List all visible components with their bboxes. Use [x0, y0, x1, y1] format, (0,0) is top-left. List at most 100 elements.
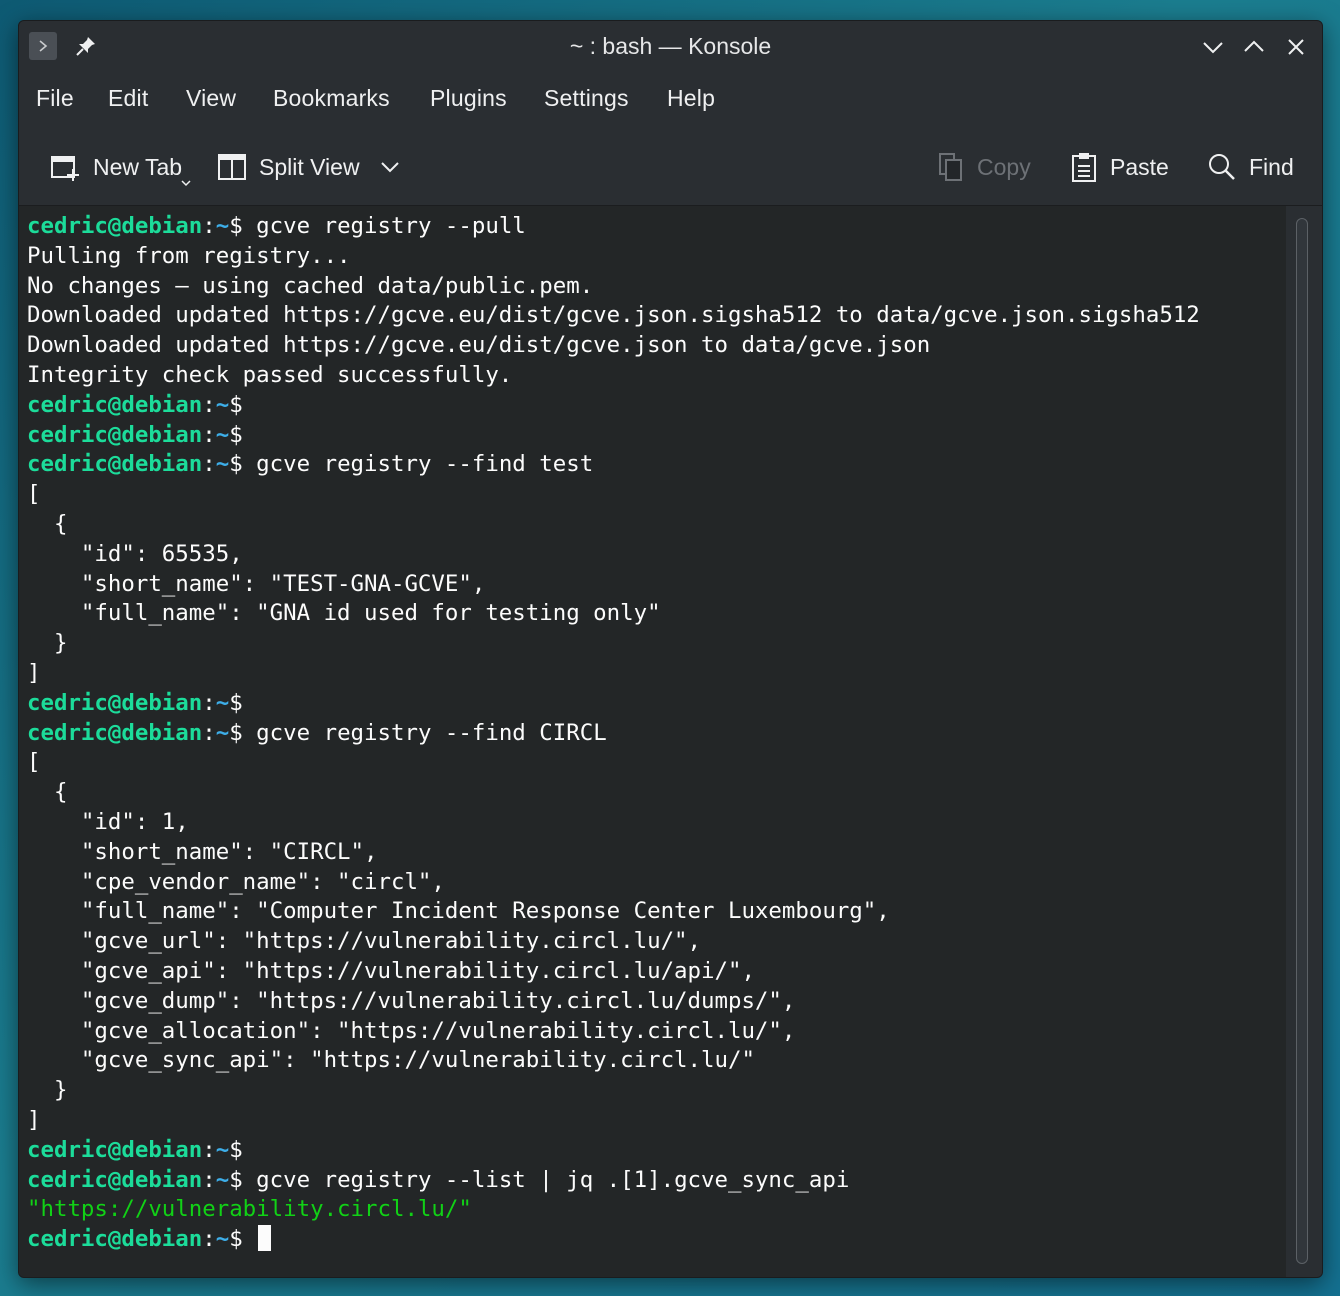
- new-tab-button[interactable]: New Tab: [49, 147, 191, 187]
- output-line: "gcve_url": "https://vulnerability.circl…: [27, 928, 702, 955]
- copy-label: Copy: [977, 153, 1031, 180]
- prompt-colon: :: [202, 1136, 216, 1163]
- menu-view[interactable]: View: [186, 85, 236, 112]
- prompt-dir: ~: [215, 1136, 230, 1163]
- command-text: [243, 1226, 256, 1252]
- prompt-colon: :: [202, 719, 216, 746]
- text-cursor: [258, 1225, 272, 1252]
- prompt-dir: ~: [215, 421, 230, 448]
- prompt-user: cedric@debian: [27, 421, 203, 448]
- output-line: "https://vulnerability.circl.lu/": [27, 1196, 472, 1223]
- split-view-button[interactable]: Split View: [217, 147, 412, 187]
- command-text: gcve registry --list | jq .[1].gcve_sync…: [242, 1166, 850, 1193]
- command-text: gcve registry --pull: [242, 213, 526, 239]
- prompt-dir: ~: [215, 213, 230, 239]
- dropdown-arrow-icon[interactable]: [181, 179, 191, 187]
- new-tab-label: New Tab: [93, 153, 183, 180]
- maximize-button[interactable]: [1240, 33, 1268, 61]
- prompt-colon: :: [202, 1226, 216, 1253]
- prompt-colon: :: [202, 451, 216, 478]
- close-icon: [1288, 39, 1304, 55]
- prompt-dir: ~: [215, 1226, 230, 1253]
- prompt-line: cedric@debian:~$: [27, 1225, 1286, 1255]
- prompt-line: cedric@debian:~$ gcve registry --find CI…: [27, 719, 1286, 749]
- prompt-symbol: $: [229, 689, 243, 716]
- prompt-line: cedric@debian:~$ gcve registry --pull: [27, 212, 1286, 242]
- output-line: Integrity check passed successfully.: [27, 361, 513, 388]
- prompt-colon: :: [202, 421, 216, 448]
- menu-edit[interactable]: Edit: [108, 85, 148, 112]
- prompt-colon: :: [202, 1166, 216, 1193]
- output-line: "id": 65535,: [27, 540, 243, 567]
- menu-plugins[interactable]: Plugins: [430, 85, 507, 112]
- scrollbar[interactable]: [1286, 206, 1322, 1277]
- menu-bookmarks[interactable]: Bookmarks: [273, 85, 390, 112]
- paste-button[interactable]: Paste: [1070, 147, 1169, 187]
- output-line: {: [27, 510, 68, 537]
- prompt-line: cedric@debian:~$: [27, 391, 1286, 421]
- prompt-user: cedric@debian: [27, 451, 203, 478]
- toolbar: New Tab Split View Copy Paste Find: [19, 129, 1322, 206]
- output-line: [: [27, 481, 41, 508]
- output-line: Downloaded updated https://gcve.eu/dist/…: [27, 302, 1200, 329]
- window-title: ~ : bash — Konsole: [569, 33, 772, 59]
- terminal-output: cedric@debian:~$ gcve registry --pull Pul…: [27, 212, 1286, 1255]
- copy-icon: [939, 153, 962, 181]
- prompt-dir: ~: [215, 451, 230, 478]
- find-label: Find: [1249, 153, 1294, 180]
- menu-settings[interactable]: Settings: [544, 85, 629, 112]
- prompt-dir: ~: [215, 719, 230, 746]
- output-line: "full_name": "GNA id used for testing on…: [27, 600, 661, 627]
- prompt-symbol: $: [229, 213, 243, 239]
- paste-label: Paste: [1110, 153, 1169, 180]
- prompt-symbol: $: [229, 719, 243, 746]
- prompt-dir: ~: [215, 689, 230, 716]
- prompt-user: cedric@debian: [27, 689, 203, 716]
- output-line: }: [27, 1077, 68, 1104]
- prompt-symbol: $: [229, 451, 243, 478]
- prompt-user: cedric@debian: [27, 719, 203, 746]
- output-line: [: [27, 749, 41, 776]
- output-line: ]: [27, 1106, 41, 1133]
- prompt-line: cedric@debian:~$ gcve registry --find te…: [27, 450, 1286, 480]
- prompt-user: cedric@debian: [27, 1136, 203, 1163]
- prompt-line: cedric@debian:~$ gcve registry --list | …: [27, 1166, 1286, 1196]
- prompt-user: cedric@debian: [27, 1166, 203, 1193]
- prompt-symbol: $: [229, 1166, 243, 1193]
- prompt-colon: :: [202, 213, 216, 239]
- menu-help[interactable]: Help: [667, 85, 715, 112]
- prompt-dir: ~: [215, 391, 230, 418]
- output-line: "gcve_dump": "https://vulnerability.circ…: [27, 987, 796, 1014]
- split-view-icon: [218, 154, 246, 180]
- chevron-down-icon[interactable]: [380, 161, 400, 173]
- close-button[interactable]: [1282, 33, 1310, 61]
- prompt-symbol: $: [229, 1226, 243, 1253]
- output-line: "short_name": "CIRCL",: [27, 838, 378, 865]
- prompt-colon: :: [202, 689, 216, 716]
- terminal-view[interactable]: cedric@debian:~$ gcve registry --pull Pul…: [19, 206, 1286, 1277]
- paste-icon: [1072, 153, 1096, 182]
- minimize-button[interactable]: [1199, 33, 1227, 61]
- prompt-symbol: $: [229, 1136, 243, 1163]
- find-button[interactable]: Find: [1207, 147, 1294, 187]
- output-line: "cpe_vendor_name": "circl",: [27, 868, 445, 895]
- output-line: "short_name": "TEST-GNA-GCVE",: [27, 570, 486, 597]
- chevron-down-icon: [1203, 42, 1223, 54]
- output-line: No changes – using cached data/public.pe…: [27, 272, 594, 299]
- prompt-line: cedric@debian:~$: [27, 689, 1286, 719]
- chevron-up-icon: [1244, 40, 1264, 52]
- menu-file[interactable]: File: [36, 85, 74, 112]
- prompt-symbol: $: [229, 421, 243, 448]
- konsole-window: ~ : bash — Konsole File Edit View Bookma…: [18, 20, 1323, 1278]
- scrollbar-track[interactable]: [1296, 218, 1308, 1264]
- output-line: "gcve_api": "https://vulnerability.circl…: [27, 957, 755, 984]
- output-line: }: [27, 630, 68, 657]
- output-line: "gcve_allocation": "https://vulnerabilit…: [27, 1017, 796, 1044]
- split-view-label: Split View: [259, 153, 360, 180]
- copy-button[interactable]: Copy: [937, 147, 1031, 187]
- prompt-line: cedric@debian:~$: [27, 421, 1286, 451]
- output-line: Pulling from registry...: [27, 242, 351, 269]
- command-text: gcve registry --find test: [242, 451, 594, 478]
- prompt-symbol: $: [229, 391, 243, 418]
- output-line: "full_name": "Computer Incident Response…: [27, 898, 890, 925]
